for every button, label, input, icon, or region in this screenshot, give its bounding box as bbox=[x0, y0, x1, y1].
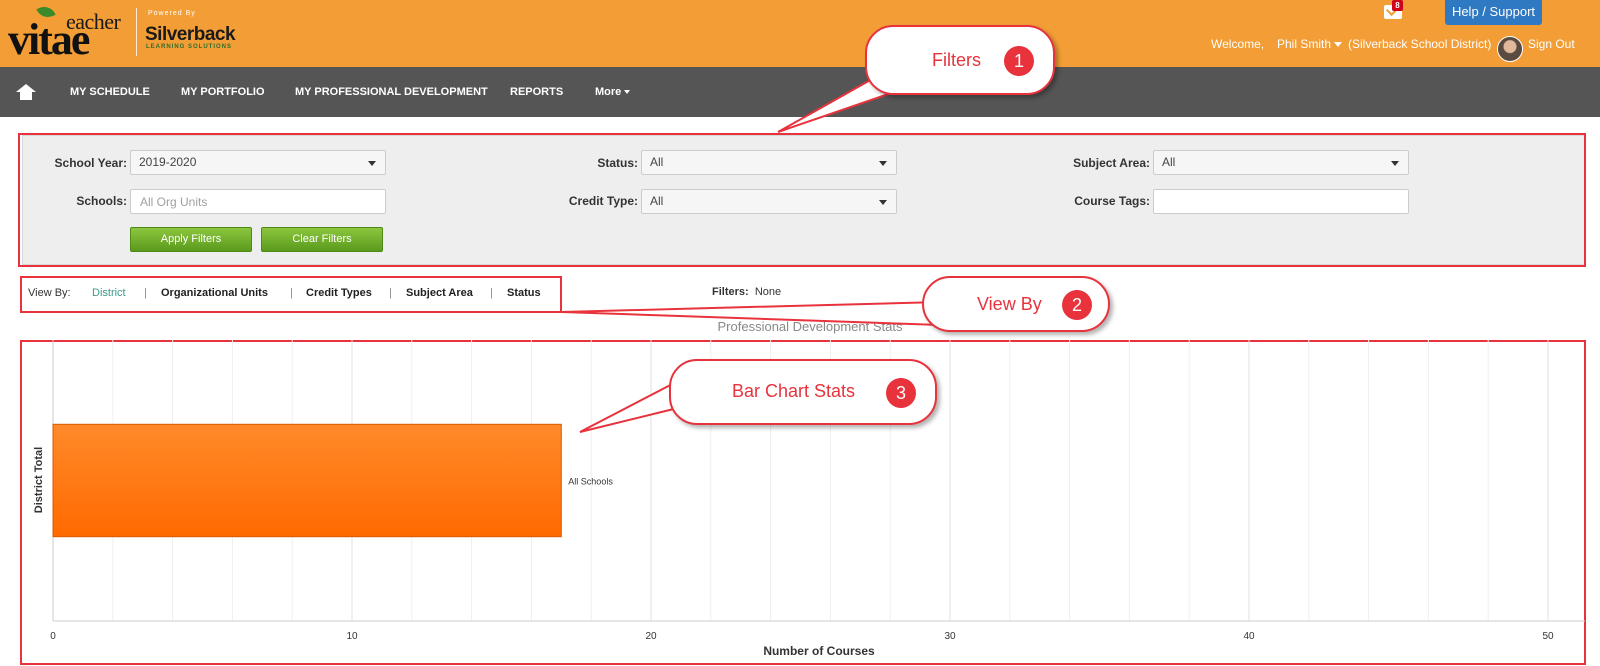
schools-label: Schools: bbox=[76, 194, 127, 208]
nav-reports[interactable]: REPORTS bbox=[510, 67, 563, 117]
divider: | bbox=[290, 287, 293, 299]
view-by-district[interactable]: District bbox=[92, 286, 126, 300]
chevron-down-icon bbox=[624, 90, 631, 95]
welcome-text: Welcome, bbox=[1211, 37, 1265, 51]
silverback-logo-text: Silverback bbox=[145, 24, 236, 45]
view-by-credit-types[interactable]: Credit Types bbox=[306, 286, 372, 300]
school-year-value: 2019-2020 bbox=[139, 155, 197, 169]
bar-data-label: All Schools bbox=[568, 477, 613, 487]
view-by-label: View By: bbox=[28, 287, 71, 299]
top-header: eacher vitae Powered By Silverback LEARN… bbox=[0, 0, 1600, 67]
x-tick-labels: 0 10 20 30 40 50 bbox=[50, 631, 1554, 642]
chevron-down-icon bbox=[368, 161, 376, 166]
view-by-status[interactable]: Status bbox=[507, 286, 541, 300]
avatar[interactable] bbox=[1497, 36, 1523, 62]
logo-vitae-text: vitae bbox=[8, 15, 90, 64]
learning-solutions-text: LEARNING SOLUTIONS bbox=[146, 44, 233, 50]
applied-filters-value: None bbox=[754, 286, 782, 298]
chevron-down-icon bbox=[1334, 42, 1343, 48]
divider: | bbox=[490, 287, 493, 299]
bar-district-total[interactable] bbox=[52, 423, 562, 538]
nav-my-portfolio[interactable]: MY PORTFOLIO bbox=[181, 67, 265, 117]
chevron-down-icon bbox=[1391, 161, 1399, 166]
course-tags-label: Course Tags: bbox=[1074, 194, 1150, 208]
subject-area-label: Subject Area: bbox=[1073, 156, 1150, 170]
subject-area-value: All bbox=[1162, 155, 1176, 169]
y-axis-label: District Total bbox=[33, 447, 45, 513]
status-value: All bbox=[650, 155, 664, 169]
course-tags-input[interactable] bbox=[1153, 189, 1409, 214]
app-root: eacher vitae Powered By Silverback LEARN… bbox=[0, 0, 1600, 666]
nav-more[interactable]: More bbox=[595, 67, 631, 117]
callout-view-by: View By 2 bbox=[922, 276, 1110, 332]
x-tick-label: 20 bbox=[645, 631, 657, 642]
status-label: Status: bbox=[597, 156, 638, 170]
clear-filters-button[interactable]: Clear Filters bbox=[261, 227, 383, 252]
applied-filters: Filters: None bbox=[712, 286, 781, 298]
callout-bar-chart-number: 3 bbox=[886, 378, 916, 408]
chart-bars: All Schools bbox=[52, 423, 613, 538]
callout-bar-chart: Bar Chart Stats 3 bbox=[669, 359, 937, 425]
chevron-down-icon bbox=[879, 161, 887, 166]
logo-divider bbox=[136, 8, 137, 56]
nav-my-schedule[interactable]: MY SCHEDULE bbox=[70, 67, 150, 117]
apply-filters-button[interactable]: Apply Filters bbox=[130, 227, 252, 252]
x-tick-label: 50 bbox=[1542, 631, 1554, 642]
subject-area-select[interactable]: All bbox=[1153, 150, 1409, 175]
callout-view-by-number: 2 bbox=[1062, 290, 1092, 320]
chevron-down-icon bbox=[879, 200, 887, 205]
credit-type-select[interactable]: All bbox=[641, 189, 897, 214]
divider: | bbox=[389, 287, 392, 299]
nav-more-label: More bbox=[595, 86, 622, 98]
schools-input[interactable] bbox=[130, 189, 386, 214]
divider: | bbox=[144, 287, 147, 299]
school-year-select[interactable]: 2019-2020 bbox=[130, 150, 386, 175]
applied-filters-label: Filters: bbox=[712, 286, 749, 298]
callout-filters-text: Filters bbox=[932, 50, 981, 70]
teacher-vitae-logo[interactable]: eacher vitae bbox=[8, 3, 130, 62]
callout-filters-number: 1 bbox=[1004, 46, 1034, 76]
mail-count-badge: 8 bbox=[1392, 0, 1403, 11]
user-menu[interactable]: Phil Smith bbox=[1277, 37, 1343, 51]
main-nav: MY SCHEDULE MY PORTFOLIO MY PROFESSIONAL… bbox=[0, 67, 1600, 117]
x-tick-label: 0 bbox=[50, 631, 56, 642]
powered-by-text: Powered By bbox=[148, 10, 196, 17]
status-select[interactable]: All bbox=[641, 150, 897, 175]
view-by-subject-area[interactable]: Subject Area bbox=[406, 286, 473, 300]
user-name: Phil Smith bbox=[1277, 37, 1332, 51]
x-tick-label: 40 bbox=[1243, 631, 1255, 642]
x-tick-label: 30 bbox=[944, 631, 956, 642]
home-icon[interactable] bbox=[16, 84, 36, 100]
district-name: (Silverback School District) bbox=[1348, 37, 1492, 51]
callout-filters: Filters 1 bbox=[865, 25, 1055, 95]
sign-out-link[interactable]: Sign Out bbox=[1528, 37, 1575, 51]
callout-bar-chart-text: Bar Chart Stats bbox=[732, 381, 856, 401]
school-year-label: School Year: bbox=[54, 156, 127, 170]
x-tick-label: 10 bbox=[346, 631, 358, 642]
view-by-organizational-units[interactable]: Organizational Units bbox=[161, 286, 268, 300]
credit-type-value: All bbox=[650, 194, 664, 208]
x-axis-label: Number of Courses bbox=[763, 644, 875, 658]
callout-view-by-text: View By bbox=[977, 294, 1042, 314]
nav-my-professional-development[interactable]: MY PROFESSIONAL DEVELOPMENT bbox=[295, 67, 488, 117]
help-support-button[interactable]: Help / Support bbox=[1445, 0, 1542, 25]
credit-type-label: Credit Type: bbox=[568, 194, 638, 208]
